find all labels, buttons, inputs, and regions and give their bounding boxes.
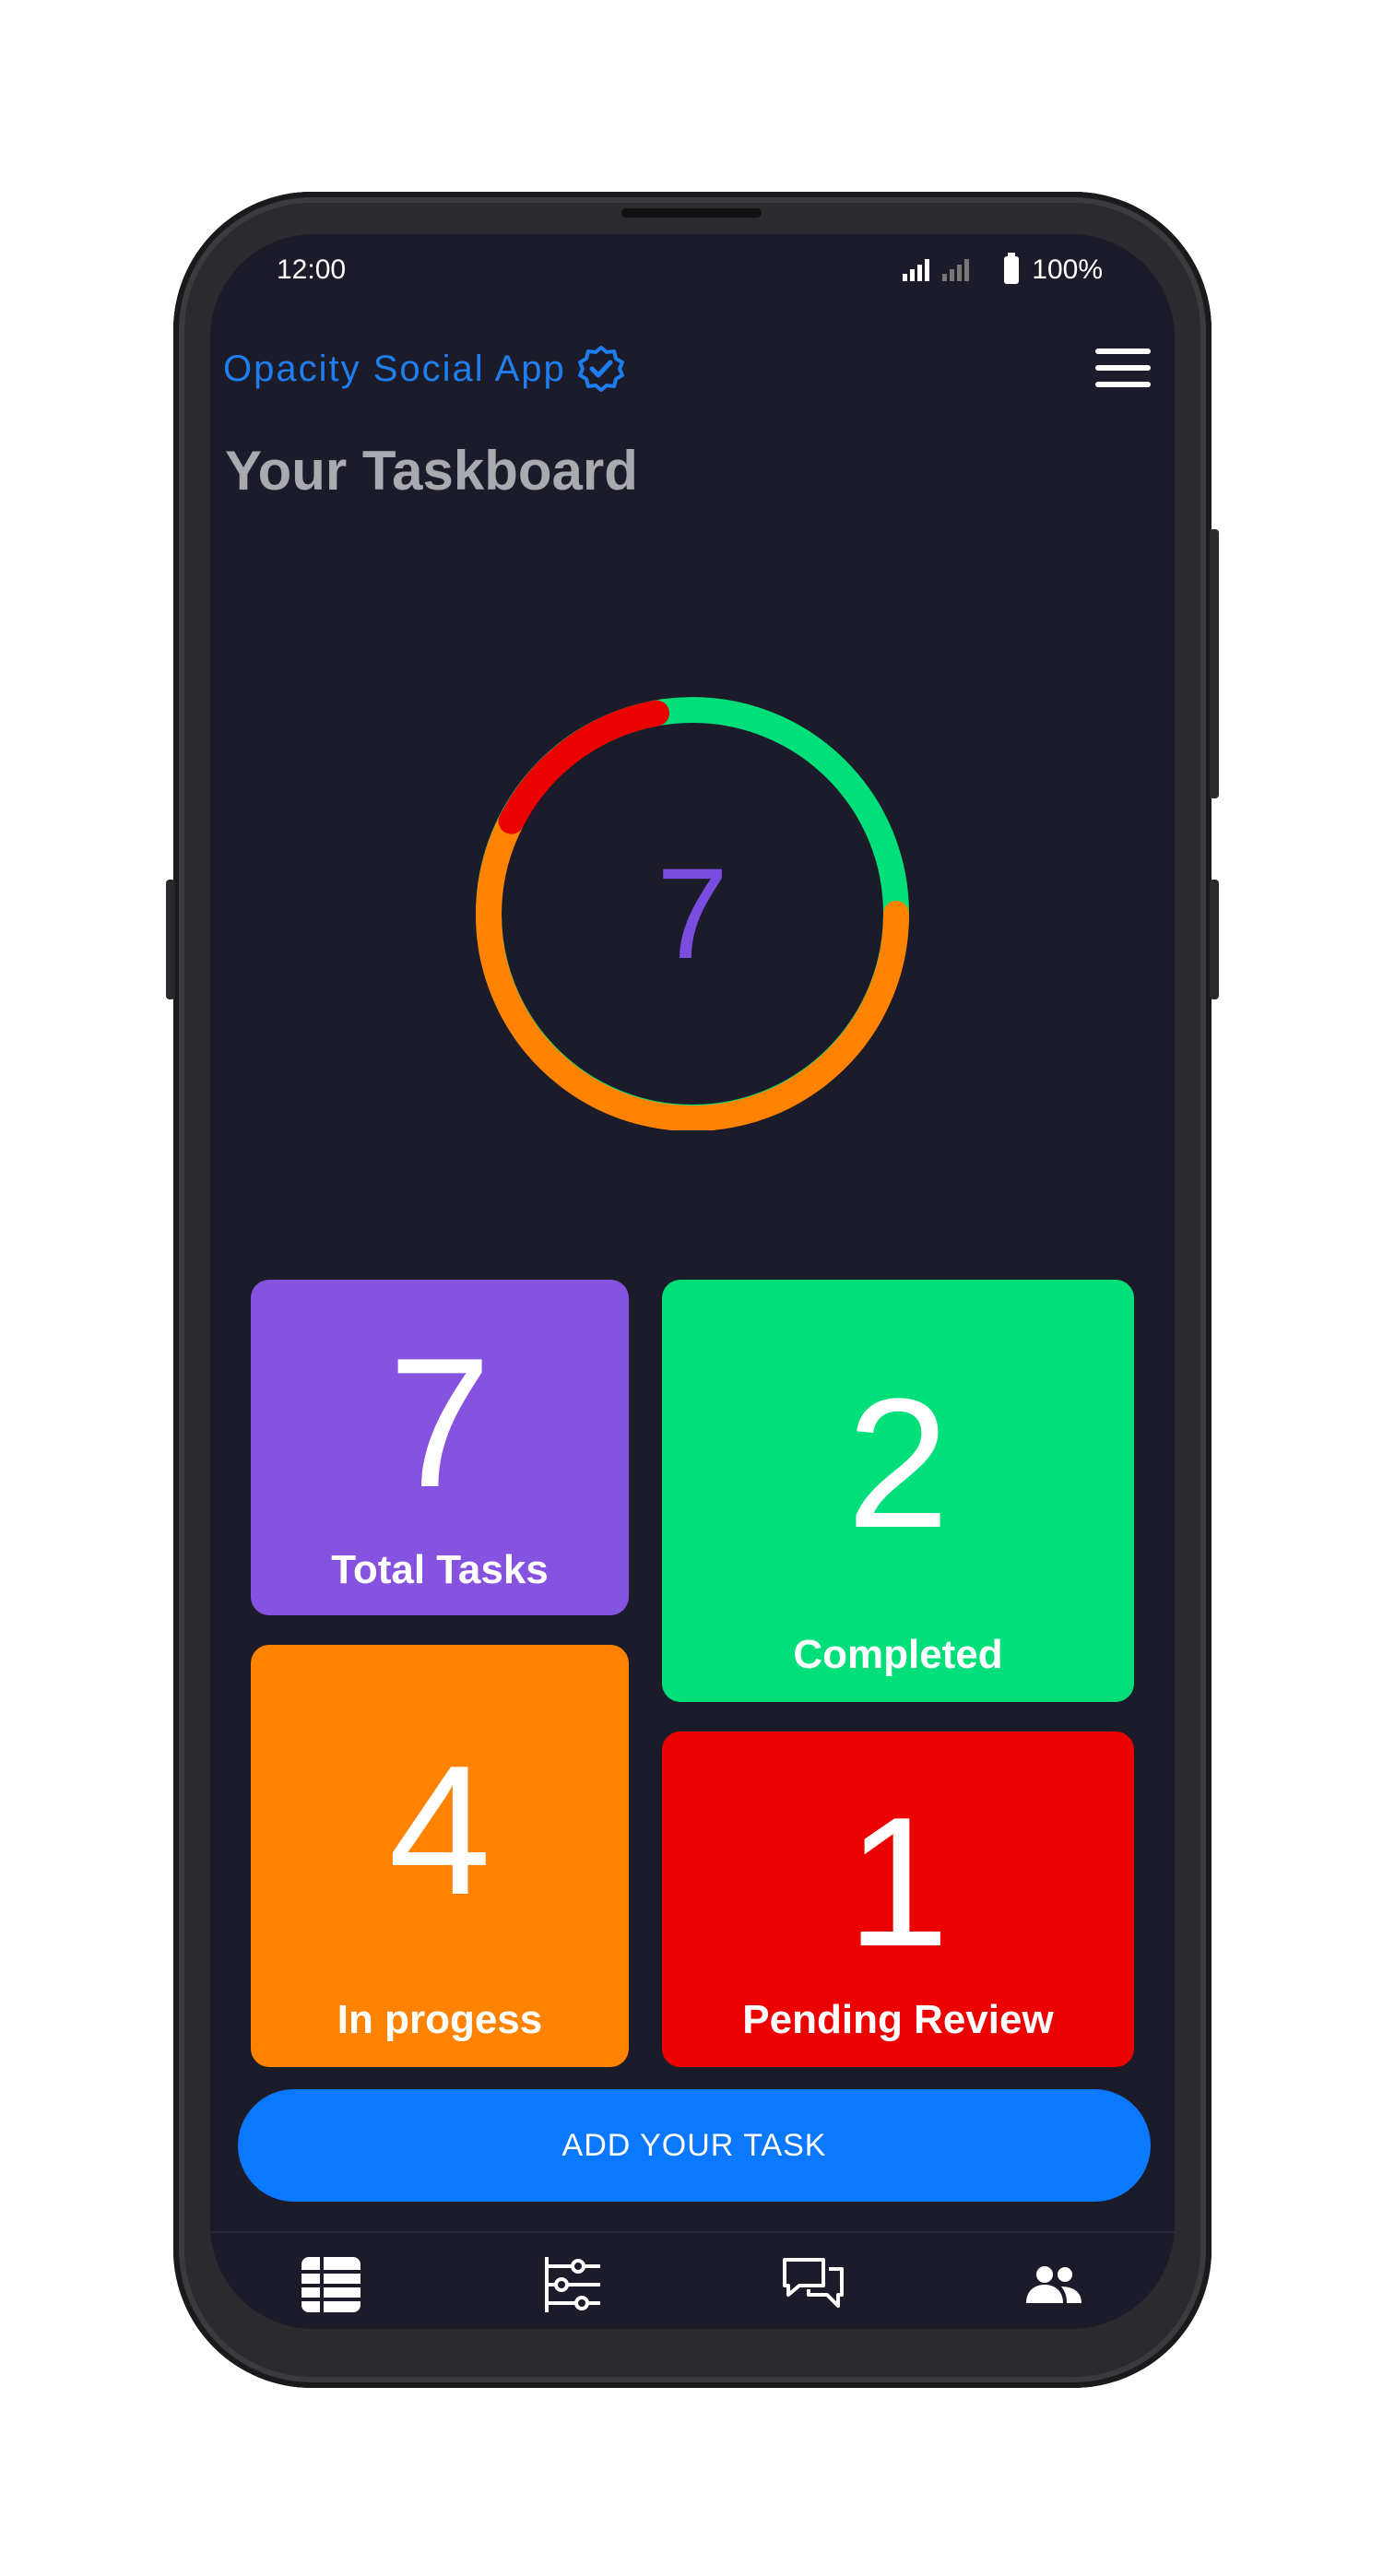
status-time: 12:00 <box>277 254 347 285</box>
side-button-right-bottom <box>1210 880 1219 999</box>
in-progress-card[interactable]: 4 In progess <box>251 1645 629 2067</box>
nav-item-messages[interactable] <box>781 2252 845 2317</box>
side-button-left <box>166 880 175 999</box>
ring-total-count: 7 <box>656 841 728 986</box>
battery-icon <box>1004 253 1020 284</box>
sliders-icon <box>545 2257 601 2312</box>
table-icon <box>301 2257 361 2312</box>
nav-item-filters[interactable] <box>539 2252 604 2317</box>
total-tasks-value: 7 <box>388 1320 491 1526</box>
app-screen: 12:00 100% Opacity Social App Your Taskb… <box>210 234 1175 2329</box>
in-progress-value: 4 <box>388 1728 491 1933</box>
chat-icon <box>782 2258 844 2308</box>
nav-item-people[interactable] <box>1022 2252 1086 2317</box>
battery-percent: 100% <box>1032 254 1103 285</box>
speaker-notch <box>621 208 762 218</box>
nav-divider <box>210 2231 1175 2233</box>
completed-card[interactable]: 2 Completed <box>662 1280 1134 1702</box>
total-tasks-card[interactable]: 7 Total Tasks <box>251 1280 629 1615</box>
in-progress-label: In progess <box>337 1997 543 2042</box>
menu-icon-bar <box>1095 349 1151 354</box>
total-tasks-label: Total Tasks <box>331 1547 549 1592</box>
nav-item-table[interactable] <box>299 2252 363 2317</box>
verified-icon <box>577 346 624 392</box>
people-icon <box>1026 2266 1082 2303</box>
pending-review-value: 1 <box>846 1779 950 1985</box>
menu-icon-bar <box>1095 365 1151 371</box>
bottom-nav <box>210 2240 1175 2329</box>
brand: Opacity Social App <box>223 345 625 393</box>
pending-review-label: Pending Review <box>742 1997 1054 2042</box>
menu-icon-bar <box>1095 382 1151 387</box>
status-bar-right: 100% <box>903 253 1103 286</box>
pending-review-card[interactable]: 1 Pending Review <box>662 1731 1134 2067</box>
add-task-button[interactable]: ADD YOUR TASK <box>238 2089 1151 2202</box>
brand-name: Opacity Social App <box>223 348 566 389</box>
completed-label: Completed <box>793 1632 1003 1677</box>
side-button-right-top <box>1210 529 1219 798</box>
page-title: Your Taskboard <box>225 440 638 502</box>
menu-button[interactable] <box>1095 349 1151 387</box>
signal-icon <box>903 259 930 281</box>
signal-icon-secondary <box>942 259 970 281</box>
completed-value: 2 <box>846 1361 950 1566</box>
